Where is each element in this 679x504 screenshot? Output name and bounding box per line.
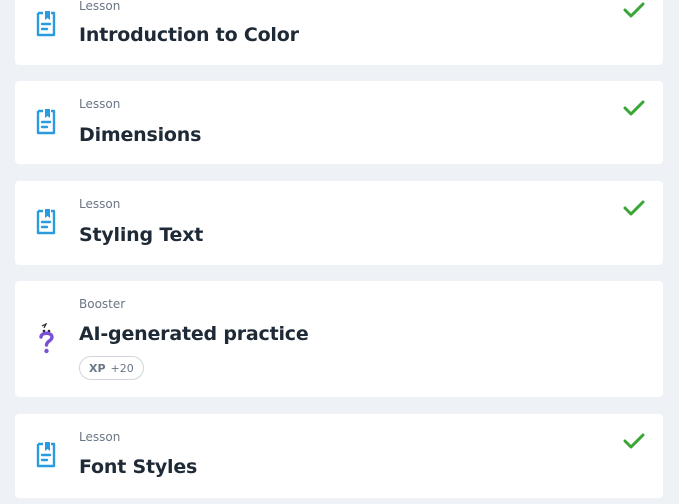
lesson-icon [35,10,59,38]
lesson-card[interactable]: Lesson Dimensions [15,81,663,164]
lesson-card[interactable]: Lesson Font Styles [15,414,663,498]
card-title: Font Styles [79,456,198,478]
card-type-label: Lesson [79,0,121,13]
question-mark-icon [35,322,57,355]
lesson-icon [35,208,59,236]
card-type-label: Lesson [79,430,121,444]
card-title: Styling Text [79,224,204,246]
checkmark-icon [623,2,645,18]
card-title: Dimensions [79,124,202,146]
xp-label: XP [89,361,106,375]
lesson-icon [35,108,59,136]
card-title: AI-generated practice [79,323,309,345]
card-type-label: Booster [79,297,126,311]
checkmark-icon [623,433,645,449]
checkmark-icon [623,100,645,116]
lesson-card[interactable]: Lesson Introduction to Color [15,0,663,65]
booster-card[interactable]: Booster AI-generated practice XP +20 [15,281,663,397]
xp-value: +20 [110,361,134,375]
checkmark-icon [623,200,645,216]
card-type-label: Lesson [79,197,121,211]
card-title: Introduction to Color [79,24,299,46]
xp-badge: XP +20 [79,356,144,380]
card-type-label: Lesson [79,97,121,111]
lesson-card[interactable]: Lesson Styling Text [15,181,663,265]
lesson-icon [35,441,59,469]
